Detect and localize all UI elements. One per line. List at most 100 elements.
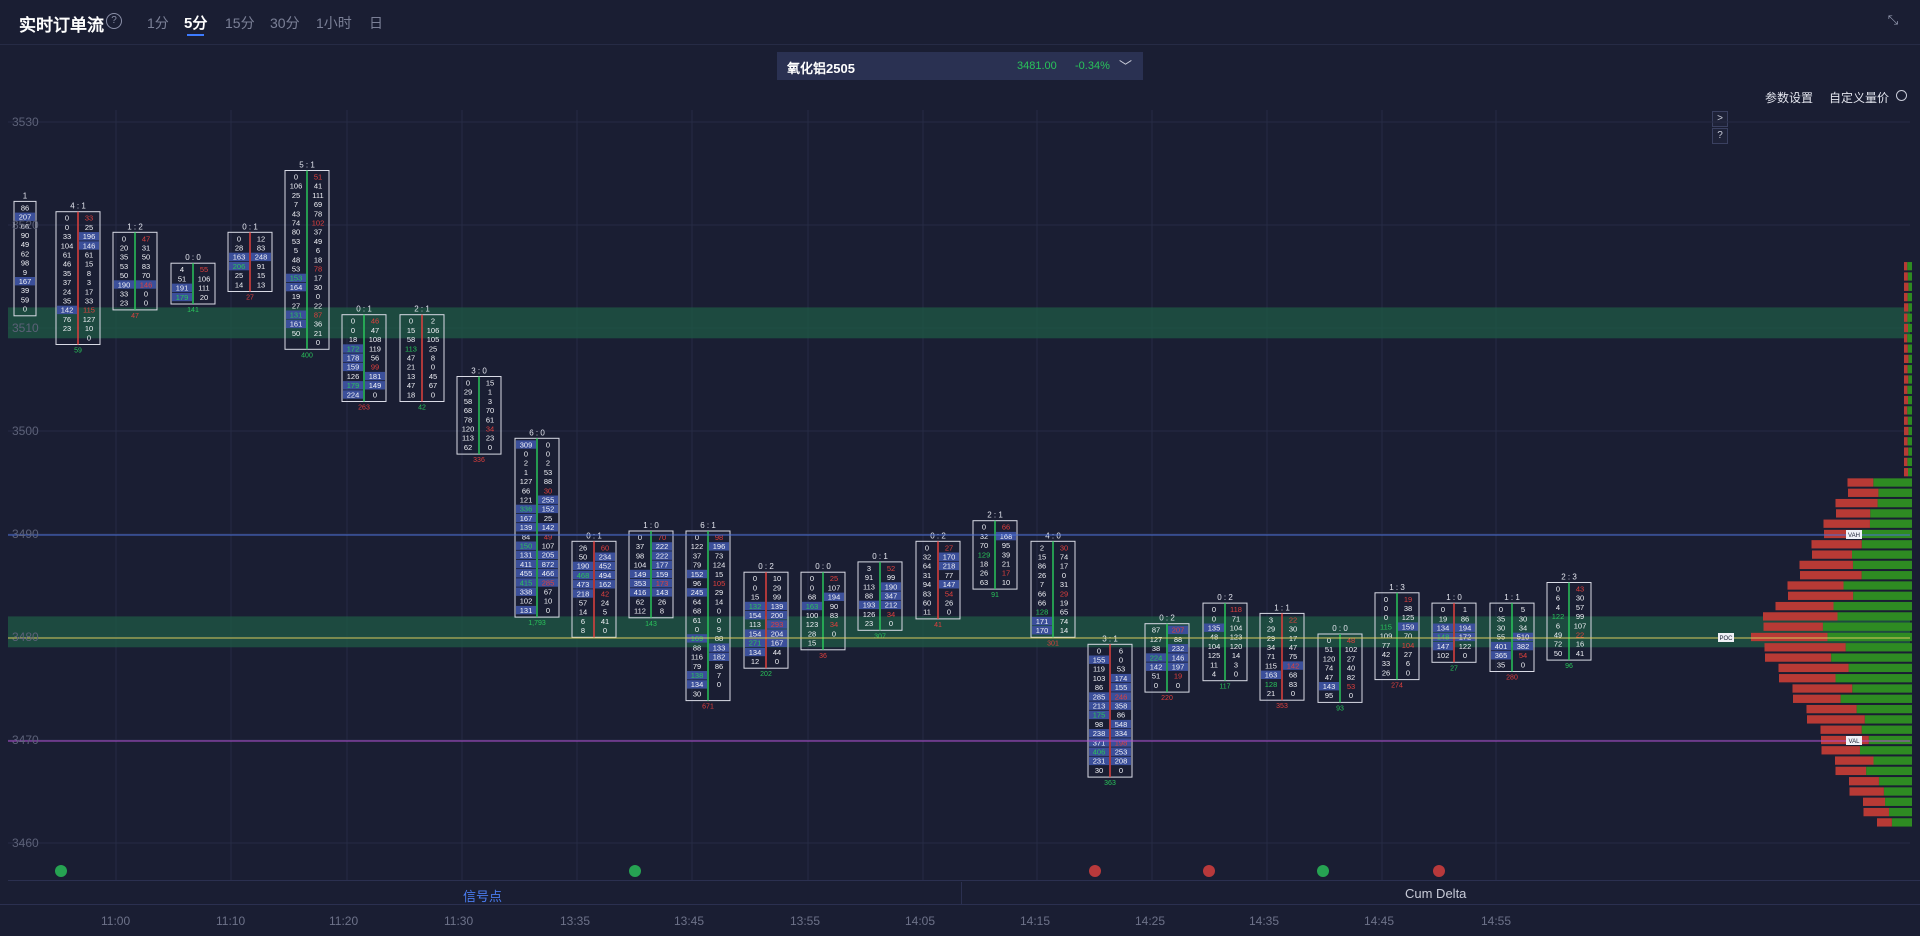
imbalance-label: 0 : 1 xyxy=(242,222,258,231)
footprint-candle-box xyxy=(800,571,846,651)
ask-highlight xyxy=(881,600,901,610)
tab-15min[interactable]: 15分 xyxy=(225,13,255,33)
chart-help-button[interactable]: ? xyxy=(1712,128,1728,144)
ask-volume: 29 xyxy=(773,583,781,592)
ask-highlight xyxy=(767,620,787,629)
ask-volume: 108 xyxy=(369,335,382,344)
bid-volume: 4 xyxy=(180,265,184,274)
ask-highlight xyxy=(767,638,787,647)
bid-volume: 53 xyxy=(292,237,300,246)
time-label: 14:55 xyxy=(1481,914,1512,928)
price-label: 3480 xyxy=(12,630,39,644)
cum-delta-tab[interactable]: Cum Delta xyxy=(1405,886,1466,901)
bid-highlight xyxy=(516,541,536,550)
tab-1min[interactable]: 1分 xyxy=(147,13,169,33)
ask-volume: 23 xyxy=(486,434,494,443)
ask-volume: 234 xyxy=(599,553,612,562)
bid-volume: 120 xyxy=(1323,654,1336,663)
imbalance-label: 1 : 0 xyxy=(1446,593,1462,602)
ask-highlight xyxy=(1168,662,1188,671)
help-icon[interactable]: ? xyxy=(106,13,122,29)
ask-volume: 115 xyxy=(83,306,95,315)
app-title: 实时订单流 xyxy=(19,16,104,35)
ask-volume: 14 xyxy=(715,597,723,606)
footprint-candle-box xyxy=(857,561,903,631)
collapse-icon[interactable]: ⤡ xyxy=(1884,12,1902,30)
profile-sell-bar xyxy=(1763,612,1838,621)
bid-volume: 88 xyxy=(865,592,873,601)
ask-highlight xyxy=(652,560,672,569)
imbalance-label: 4 : 1 xyxy=(70,202,86,211)
signals-tab[interactable]: 信号点 xyxy=(463,886,502,905)
ask-volume: 358 xyxy=(1115,702,1128,711)
imbalance-label: 2 : 3 xyxy=(1561,573,1577,582)
ask-volume: 146 xyxy=(83,241,96,250)
ask-volume: 30 xyxy=(1060,543,1068,552)
ask-volume: 49 xyxy=(544,532,552,541)
footprint-chart[interactable]: 18620766904962989167395904 : 10 330 2533 19… xyxy=(0,0,1920,935)
params-settings-link[interactable]: 参数设置 xyxy=(1765,89,1813,106)
ask-highlight xyxy=(1111,747,1131,756)
bid-volume: 11 xyxy=(1210,660,1218,669)
ask-volume: 57 xyxy=(1576,603,1584,612)
ask-volume: 83 xyxy=(1289,680,1297,689)
ask-highlight xyxy=(1513,632,1533,642)
ask-highlight xyxy=(1111,729,1131,738)
ask-volume: 25 xyxy=(429,344,437,353)
bid-highlight xyxy=(516,587,536,596)
bid-volume: 51 xyxy=(1325,645,1333,654)
profile-buy-bar xyxy=(1861,529,1912,539)
symbol-selector[interactable]: 氧化铝2505 3481.00 -0.34% ﹀ xyxy=(777,52,1143,80)
footprint-candle-box xyxy=(1202,602,1248,682)
tab-5min[interactable]: 5分 xyxy=(184,12,207,33)
ask-volume: 47 xyxy=(371,326,379,335)
tab-1hour[interactable]: 1小时 xyxy=(316,13,352,33)
bid-volume: 35 xyxy=(1497,614,1505,623)
profile-sell-bar xyxy=(1904,468,1908,477)
ask-volume: 14 xyxy=(1232,651,1240,660)
profile-buy-bar xyxy=(1878,488,1912,497)
ask-volume: 86 xyxy=(715,662,723,671)
ask-volume: 41 xyxy=(1576,649,1584,658)
bid-volume: 98 xyxy=(21,259,29,268)
profile-buy-bar xyxy=(1907,292,1912,302)
bid-volume: 170 xyxy=(1036,626,1049,635)
bid-volume: 155 xyxy=(1093,656,1106,665)
bid-volume: 0 xyxy=(810,583,814,592)
bid-volume: 55 xyxy=(1497,633,1505,642)
profile-sell-bar xyxy=(1904,406,1908,415)
profile-sell-bar xyxy=(1904,272,1908,281)
bid-volume: 47 xyxy=(407,381,415,390)
profile-sell-bar xyxy=(1904,385,1908,394)
ask-volume: 147 xyxy=(943,580,956,589)
bid-highlight xyxy=(687,671,707,680)
tab-day[interactable]: 日 xyxy=(369,13,383,33)
ask-volume: 347 xyxy=(885,592,898,601)
bid-volume: 46 xyxy=(63,260,71,269)
bid-volume: 53 xyxy=(120,262,128,271)
bid-volume: 1 xyxy=(524,468,528,477)
ask-volume: 0 xyxy=(1234,670,1238,679)
ask-volume: 142 xyxy=(542,523,555,532)
footprint-candle-box xyxy=(284,170,330,350)
bid-volume: 0 xyxy=(695,533,699,542)
ask-volume: 30 xyxy=(314,283,322,292)
bid-volume: 4 xyxy=(1212,670,1216,679)
candle-delta: 280 xyxy=(1506,675,1518,682)
ask-volume: 218 xyxy=(943,562,956,571)
ask-volume: 50 xyxy=(142,253,150,262)
bid-volume: 102 xyxy=(520,597,533,606)
info-icon[interactable] xyxy=(1896,90,1907,101)
candle-delta: 27 xyxy=(1450,665,1458,672)
bid-volume: 53 xyxy=(292,265,300,274)
ask-volume: 60 xyxy=(601,543,609,552)
expand-right-button[interactable]: > xyxy=(1712,111,1728,127)
ask-volume: 40 xyxy=(1347,664,1355,673)
profile-sell-bar xyxy=(1835,498,1878,508)
tab-30min[interactable]: 30分 xyxy=(270,13,300,33)
custom-price-volume-link[interactable]: 自定义量价 xyxy=(1829,89,1889,106)
bid-volume: 0 xyxy=(925,543,929,552)
bid-volume: 74 xyxy=(1325,664,1333,673)
imbalance-label: 2 : 1 xyxy=(414,305,430,314)
ask-volume: 54 xyxy=(945,589,953,598)
